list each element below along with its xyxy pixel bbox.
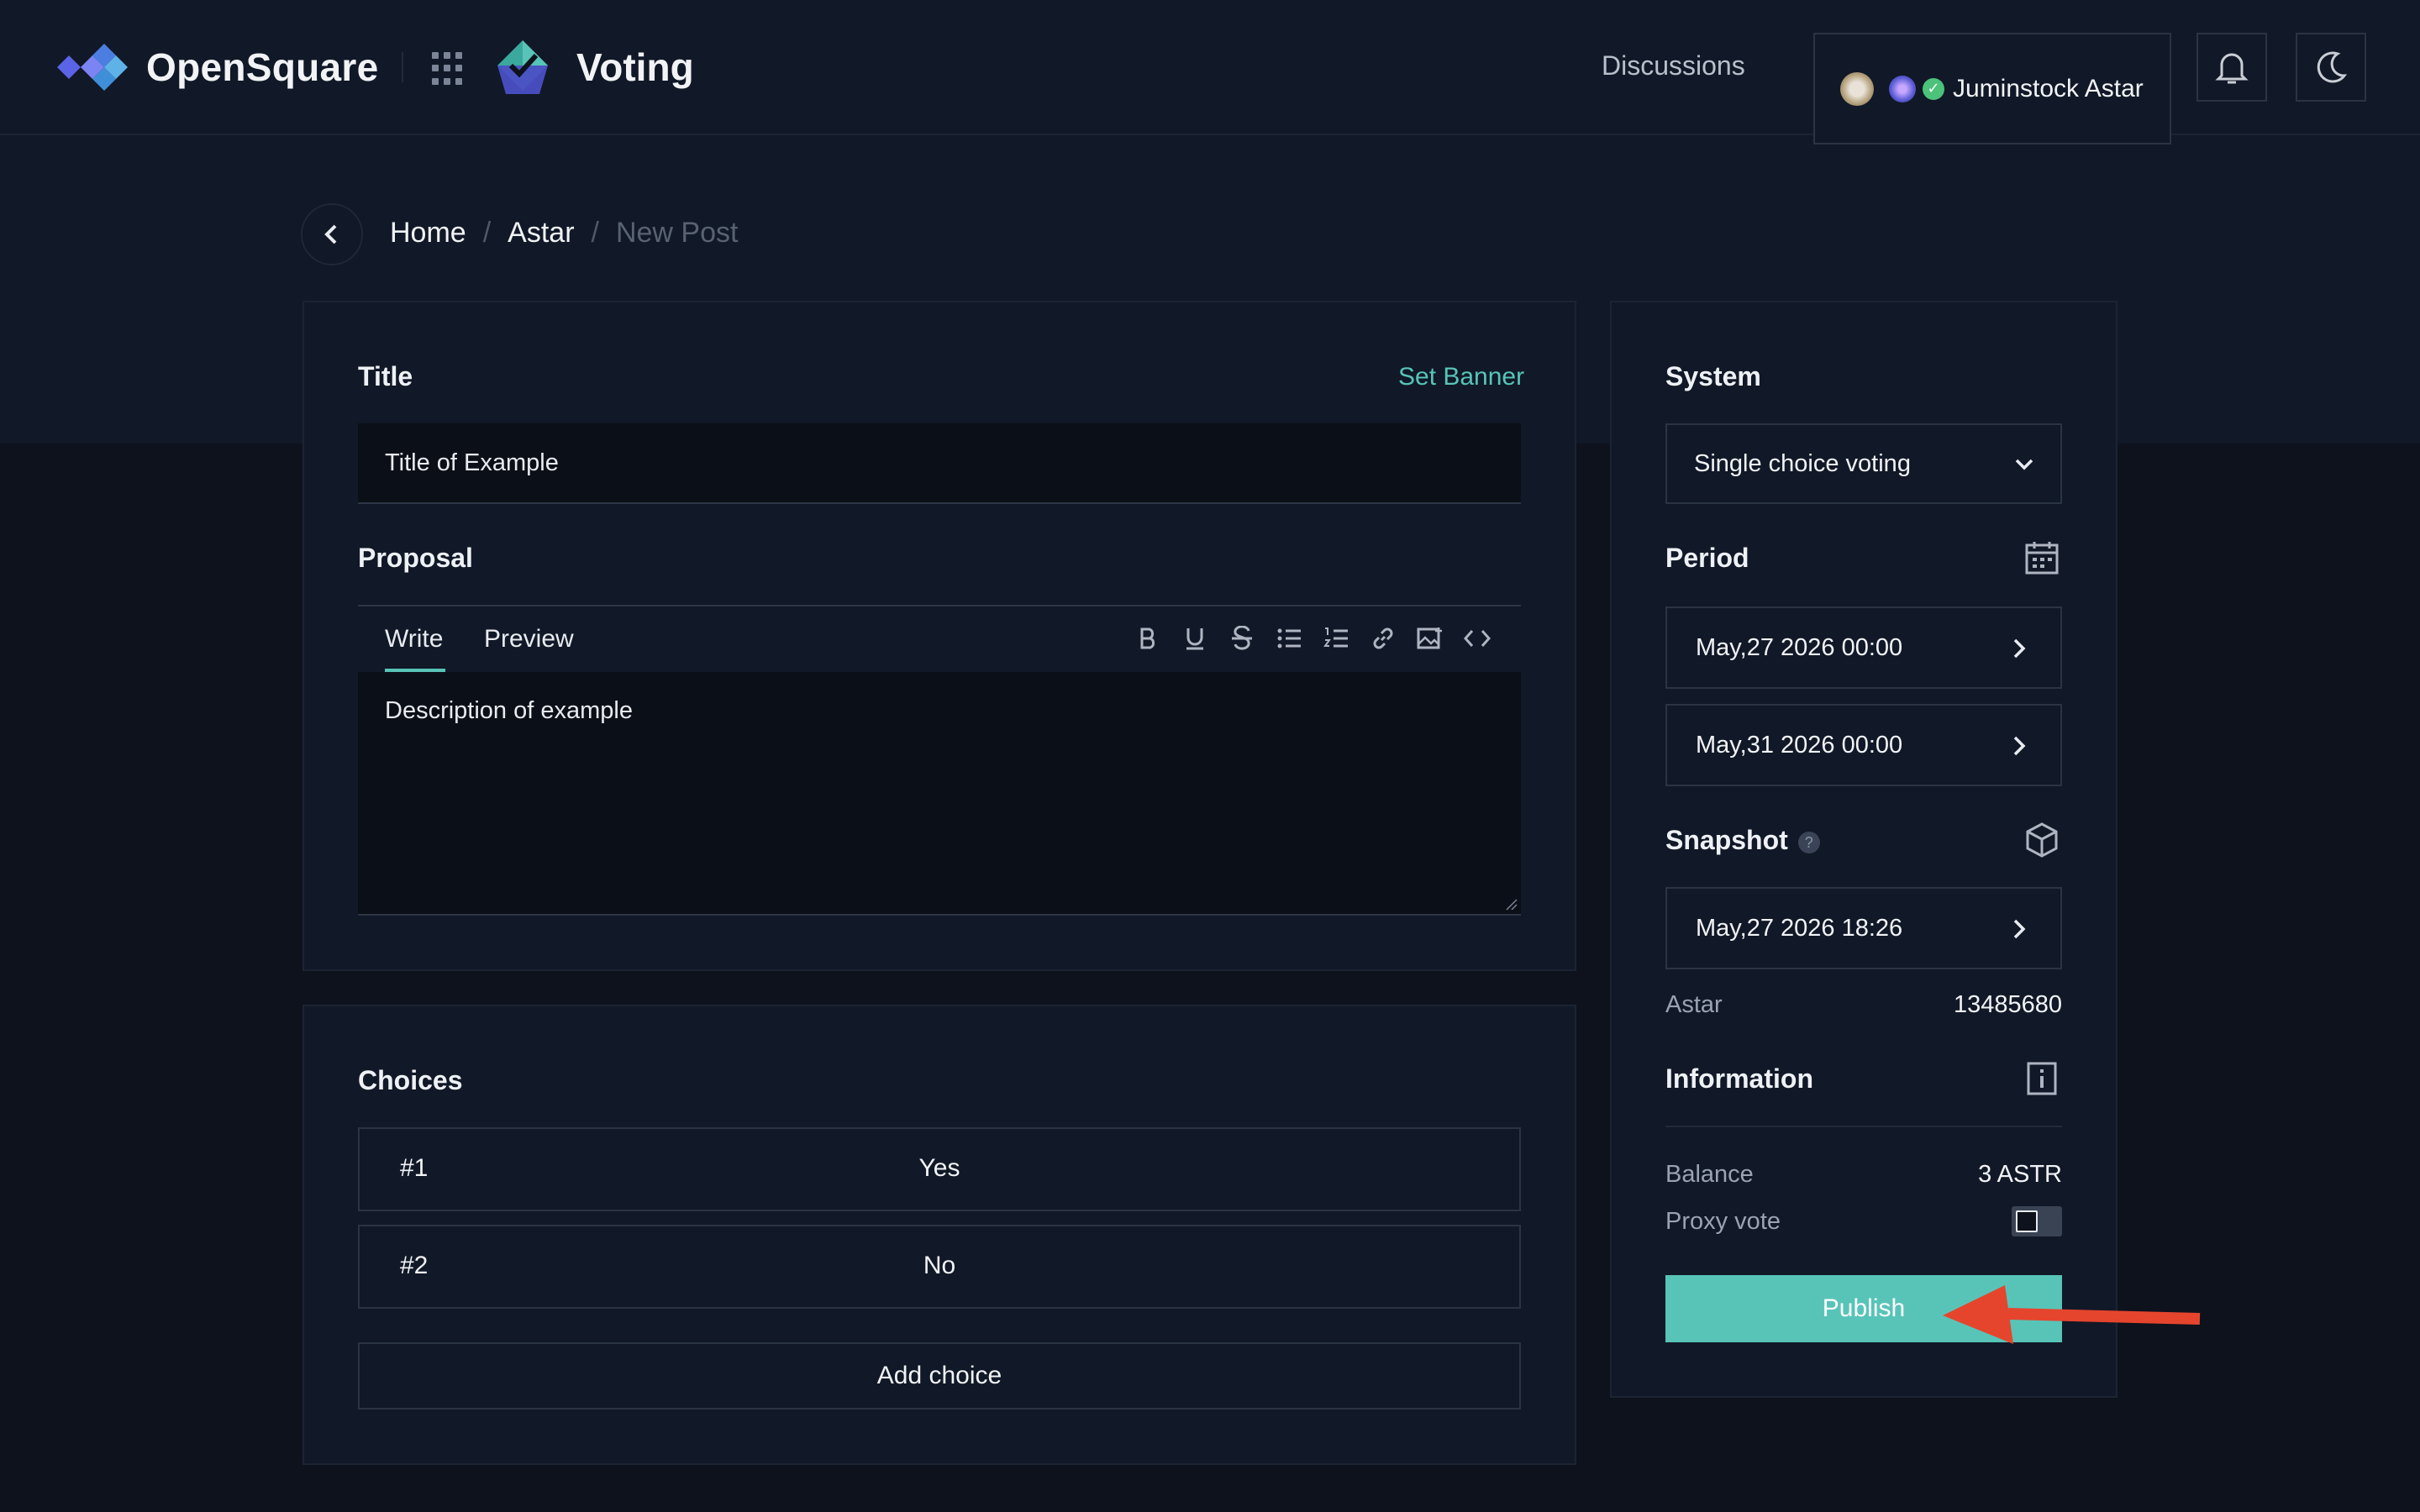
information-divider	[1665, 1126, 2062, 1127]
snapshot-label-text: Snapshot	[1665, 825, 1788, 855]
nav-discussions-link[interactable]: Discussions	[1602, 50, 1745, 81]
account-name: Juminstock Astar	[1953, 74, 2144, 102]
cube-icon[interactable]	[2023, 822, 2060, 858]
chevron-left-icon	[324, 224, 337, 244]
title-input[interactable]: Title of Example	[358, 423, 1521, 504]
numbered-list-icon[interactable]	[1319, 622, 1353, 655]
snapshot-date-value: May,27 2026 18:26	[1696, 914, 1903, 942]
theme-toggle-button[interactable]	[2296, 33, 2366, 102]
proxy-vote-label: Proxy vote	[1665, 1208, 1781, 1235]
choices-label: Choices	[358, 1065, 463, 1095]
add-choice-button[interactable]: Add choice	[358, 1342, 1521, 1410]
annotation-arrow-icon	[1943, 1285, 2201, 1344]
calendar-icon[interactable]	[2023, 539, 2060, 576]
chevron-right-icon	[2013, 919, 2026, 939]
snapshot-block-height: 13485680	[1953, 991, 2062, 1018]
breadcrumb: Home / Astar / New Post	[390, 217, 738, 249]
apps-grid-icon[interactable]	[432, 52, 466, 86]
link-icon[interactable]	[1366, 622, 1400, 655]
breadcrumb-space[interactable]: Astar	[508, 217, 574, 249]
opensquare-logo-icon	[57, 44, 128, 91]
start-date-value: May,27 2026 00:00	[1696, 633, 1903, 661]
account-avatar	[1840, 71, 1874, 106]
strikethrough-icon[interactable]	[1225, 622, 1259, 655]
choice-item[interactable]: #2 No	[358, 1225, 1521, 1309]
choice-value: No	[923, 1252, 956, 1279]
resize-handle-icon[interactable]	[1506, 899, 1518, 911]
info-icon[interactable]	[2023, 1060, 2060, 1097]
chevron-right-icon	[2013, 638, 2026, 659]
snapshot-label: Snapshot?	[1665, 825, 1820, 856]
network-icon	[1889, 75, 1916, 102]
header-divider	[402, 52, 403, 82]
balance-value: 3 ASTR	[1978, 1161, 2062, 1188]
bullet-list-icon[interactable]	[1272, 622, 1306, 655]
tab-write[interactable]: Write	[385, 625, 443, 654]
proposal-label: Proposal	[358, 543, 473, 573]
opensquare-logo[interactable]: OpenSquare	[57, 42, 379, 92]
app-name: Voting	[576, 45, 694, 89]
breadcrumb-separator: /	[482, 217, 492, 249]
period-label: Period	[1665, 543, 1749, 573]
underline-icon[interactable]	[1178, 622, 1212, 655]
account-button[interactable]: ✓ Juminstock Astar	[1813, 33, 2171, 144]
editor-top-border	[358, 605, 1521, 606]
bell-icon	[2215, 53, 2249, 84]
voting-system-select[interactable]: Single choice voting	[1665, 423, 2062, 504]
brand-name: OpenSquare	[146, 45, 379, 89]
choice-item[interactable]: #1 Yes	[358, 1127, 1521, 1211]
tab-preview[interactable]: Preview	[484, 625, 574, 654]
help-icon[interactable]: ?	[1797, 831, 1820, 853]
choice-value: Yes	[918, 1154, 960, 1182]
set-banner-link[interactable]: Set Banner	[1398, 363, 1524, 391]
toggle-knob	[2016, 1210, 2038, 1232]
snapshot-date-picker[interactable]: May,27 2026 18:26	[1665, 887, 2062, 969]
voting-system-value: Single choice voting	[1694, 449, 1911, 477]
verified-check-icon: ✓	[1923, 77, 1944, 100]
description-textarea[interactable]: Description of example	[358, 672, 1521, 916]
end-date-value: May,31 2026 00:00	[1696, 731, 1903, 759]
proxy-vote-toggle[interactable]	[2012, 1206, 2062, 1236]
back-button[interactable]	[301, 203, 363, 265]
chevron-down-icon	[2015, 459, 2033, 470]
information-label: Information	[1665, 1063, 1813, 1094]
balance-label: Balance	[1665, 1161, 1754, 1188]
start-date-picker[interactable]: May,27 2026 00:00	[1665, 606, 2062, 689]
end-date-picker[interactable]: May,31 2026 00:00	[1665, 704, 2062, 786]
voting-app-logo[interactable]: Voting	[494, 39, 694, 96]
chevron-right-icon	[2013, 736, 2026, 756]
breadcrumb-home[interactable]: Home	[390, 217, 466, 249]
moon-icon	[2317, 51, 2348, 83]
breadcrumb-separator: /	[591, 217, 599, 249]
top-bar: OpenSquare Voting Discussions ✓ Juminsto…	[0, 0, 2420, 144]
image-icon[interactable]	[1413, 622, 1447, 655]
code-icon[interactable]	[1460, 622, 1494, 655]
description-text: Description of example	[385, 697, 633, 724]
voting-logo-icon	[497, 40, 548, 94]
bold-icon[interactable]	[1131, 622, 1165, 655]
notifications-button[interactable]	[2196, 33, 2267, 102]
title-label: Title	[358, 361, 413, 391]
breadcrumb-current: New Post	[615, 217, 739, 249]
snapshot-network-label: Astar	[1665, 991, 1723, 1018]
system-label: System	[1665, 361, 1761, 391]
